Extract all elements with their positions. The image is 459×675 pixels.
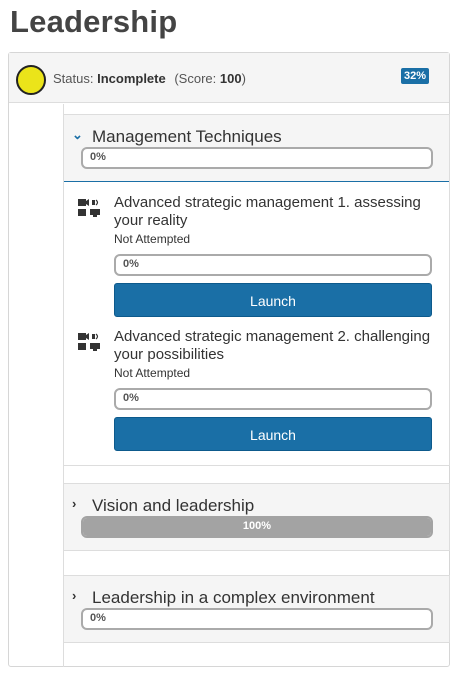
section-title[interactable]: Leadership in a complex environment — [92, 588, 375, 608]
lesson-status: Not Attempted — [114, 366, 191, 380]
launch-button[interactable]: Launch — [114, 283, 432, 317]
lesson-title: Advanced strategic management 1. assessi… — [114, 194, 421, 229]
status-label: Status: — [53, 71, 94, 86]
section-title[interactable]: Vision and leadership — [92, 496, 254, 516]
score-text: (Score: 100) — [174, 71, 246, 86]
status-value: Incomplete — [97, 71, 166, 86]
multimedia-icon — [78, 199, 100, 217]
status-indicator-icon — [16, 65, 46, 95]
progress-text: 0% — [123, 258, 139, 270]
progress-text: 100% — [242, 520, 272, 532]
lesson-item: Advanced strategic management 2. challen… — [64, 328, 449, 466]
chevron-right-icon[interactable]: › — [72, 588, 76, 603]
section-vision-and-leadership: › Vision and leadership 100% — [63, 483, 450, 551]
section-progress-bar: 0% — [81, 608, 433, 630]
progress-text: 0% — [90, 612, 106, 624]
progress-text: 0% — [123, 392, 139, 404]
lesson-progress-bar: 0% — [114, 388, 432, 410]
section-progress-bar: 100% — [81, 516, 433, 538]
section-header[interactable]: ⌄ Management Techniques 0% — [64, 115, 449, 181]
section-header[interactable]: › Leadership in a complex environment 0% — [64, 576, 449, 642]
section-title[interactable]: Management Techniques — [92, 127, 282, 147]
lesson-item: Advanced strategic management 1. assessi… — [64, 194, 449, 332]
completion-percent-badge: 32% — [400, 68, 429, 84]
lesson-title: Advanced strategic management 2. challen… — [114, 328, 431, 363]
section-body: Advanced strategic management 1. assessi… — [64, 181, 449, 465]
sections-area: ⌄ Management Techniques 0% Advanced stra… — [9, 104, 450, 667]
section-leadership-complex-environment: › Leadership in a complex environment 0% — [63, 575, 450, 643]
section-progress-bar: 0% — [81, 147, 433, 169]
lesson-progress-bar: 0% — [114, 254, 432, 276]
chevron-right-icon[interactable]: › — [72, 496, 76, 511]
score-value: 100 — [219, 71, 242, 86]
status-bar: Status: Incomplete (Score: 100) 32% — [9, 53, 449, 103]
section-management-techniques: ⌄ Management Techniques 0% Advanced stra… — [63, 114, 450, 466]
launch-button[interactable]: Launch — [114, 417, 432, 451]
progress-text: 0% — [90, 151, 106, 163]
page-title: Leadership — [10, 4, 178, 39]
multimedia-icon — [78, 333, 100, 351]
chevron-down-icon[interactable]: ⌄ — [72, 127, 83, 143]
status-text: Status: Incomplete (Score: 100) — [53, 71, 246, 86]
lesson-status: Not Attempted — [114, 232, 191, 246]
section-header[interactable]: › Vision and leadership 100% — [64, 484, 449, 550]
course-panel: Status: Incomplete (Score: 100) 32% ⌄ Ma… — [8, 52, 450, 667]
